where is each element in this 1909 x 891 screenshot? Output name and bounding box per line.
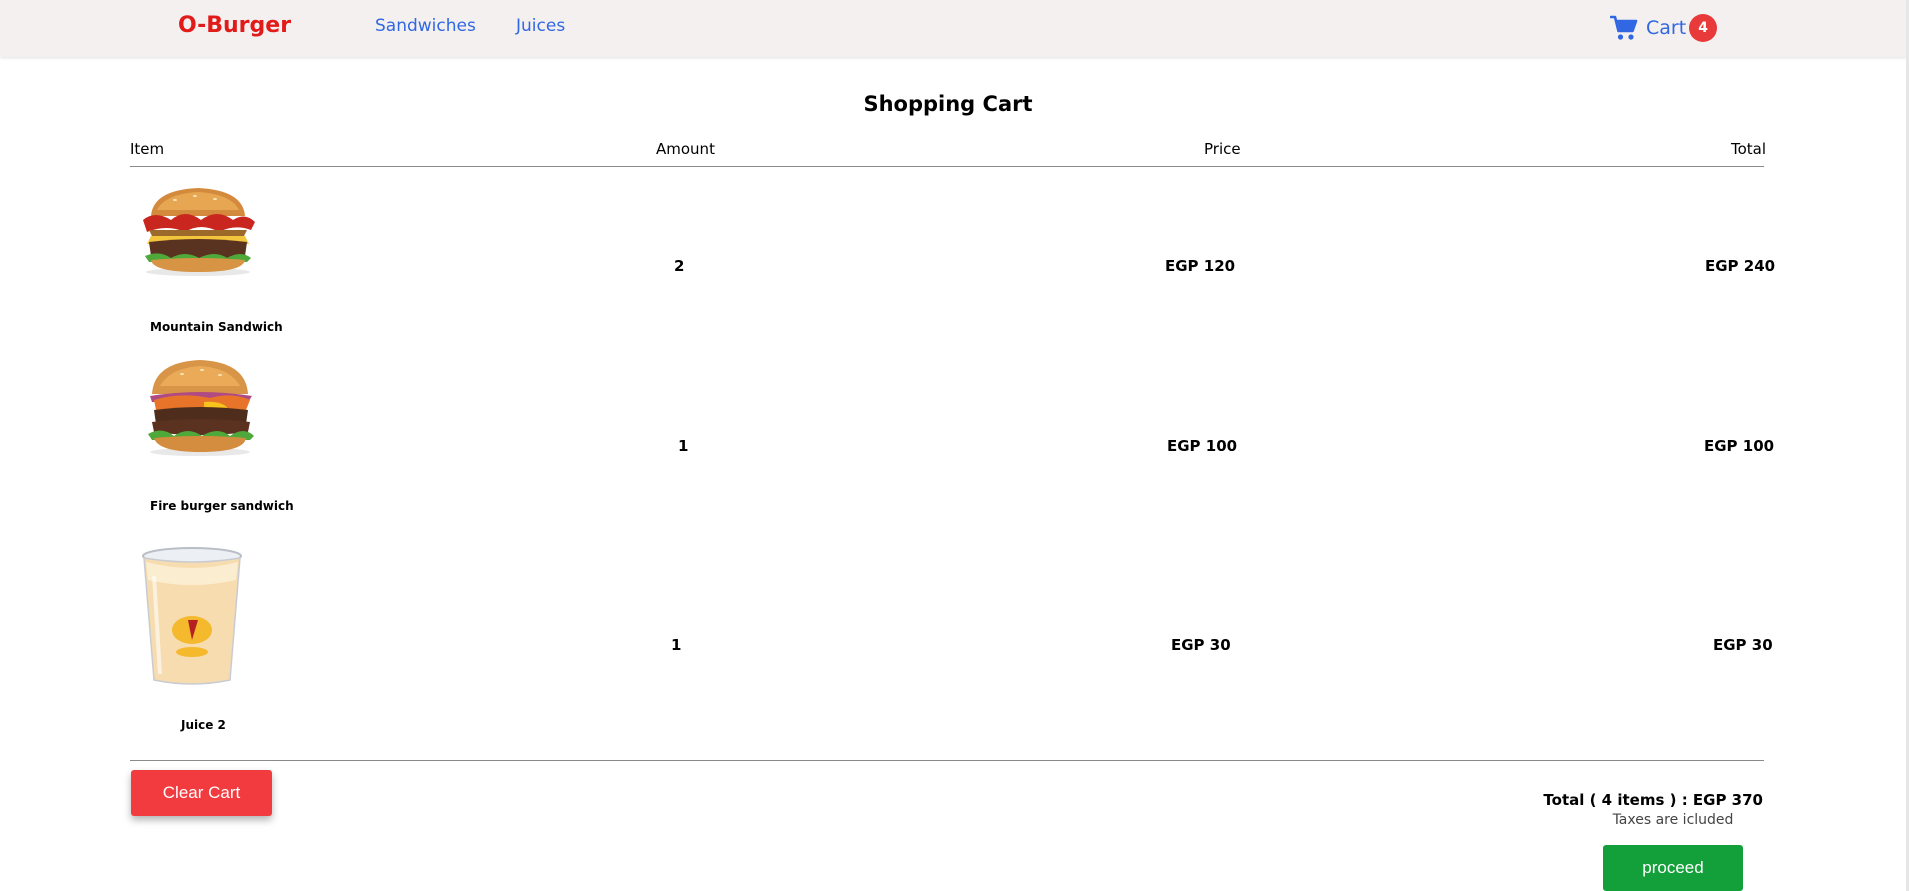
table-divider (130, 166, 1764, 167)
item-total: EGP 100 (1704, 437, 1775, 455)
item-price: EGP 100 (1167, 437, 1238, 455)
column-header-amount: Amount (656, 140, 715, 158)
item-price: EGP 30 (1171, 636, 1231, 654)
item-total: EGP 30 (1713, 636, 1773, 654)
table-divider (130, 760, 1764, 761)
cart-total-summary: Total ( 4 items ) : EGP 370 (1543, 791, 1763, 809)
item-price: EGP 120 (1165, 257, 1236, 275)
proceed-button[interactable]: proceed (1603, 845, 1743, 891)
column-header-total: Total (1731, 140, 1767, 158)
nav-link-juices[interactable]: Juices (516, 16, 565, 36)
fire-burger-image (148, 360, 254, 456)
page-title: Shopping Cart (863, 92, 1033, 116)
nav-link-sandwiches[interactable]: Sandwiches (375, 16, 476, 36)
cart-count-badge: 4 (1689, 14, 1718, 42)
item-amount: 1 (671, 636, 682, 654)
item-name: Mountain Sandwich (150, 320, 283, 334)
item-amount: 1 (678, 437, 689, 455)
item-name: Fire burger sandwich (150, 499, 294, 513)
item-amount: 2 (674, 257, 685, 275)
mountain-sandwich-image (143, 188, 255, 276)
navbar: O-Burger Sandwiches Juices Cart 4 (0, 0, 1909, 57)
item-name: Juice 2 (181, 718, 226, 732)
column-header-price: Price (1204, 140, 1241, 158)
cart-link[interactable]: Cart 4 (1610, 14, 1718, 42)
clear-cart-button[interactable]: Clear Cart (131, 770, 272, 816)
tax-note: Taxes are icluded (1612, 812, 1734, 828)
cart-label: Cart (1646, 17, 1687, 39)
column-header-item: Item (130, 140, 165, 158)
juice-cup-image (142, 547, 242, 685)
brand-logo[interactable]: O-Burger (178, 13, 291, 38)
shopping-cart-icon (1610, 15, 1638, 40)
item-total: EGP 240 (1705, 257, 1776, 275)
